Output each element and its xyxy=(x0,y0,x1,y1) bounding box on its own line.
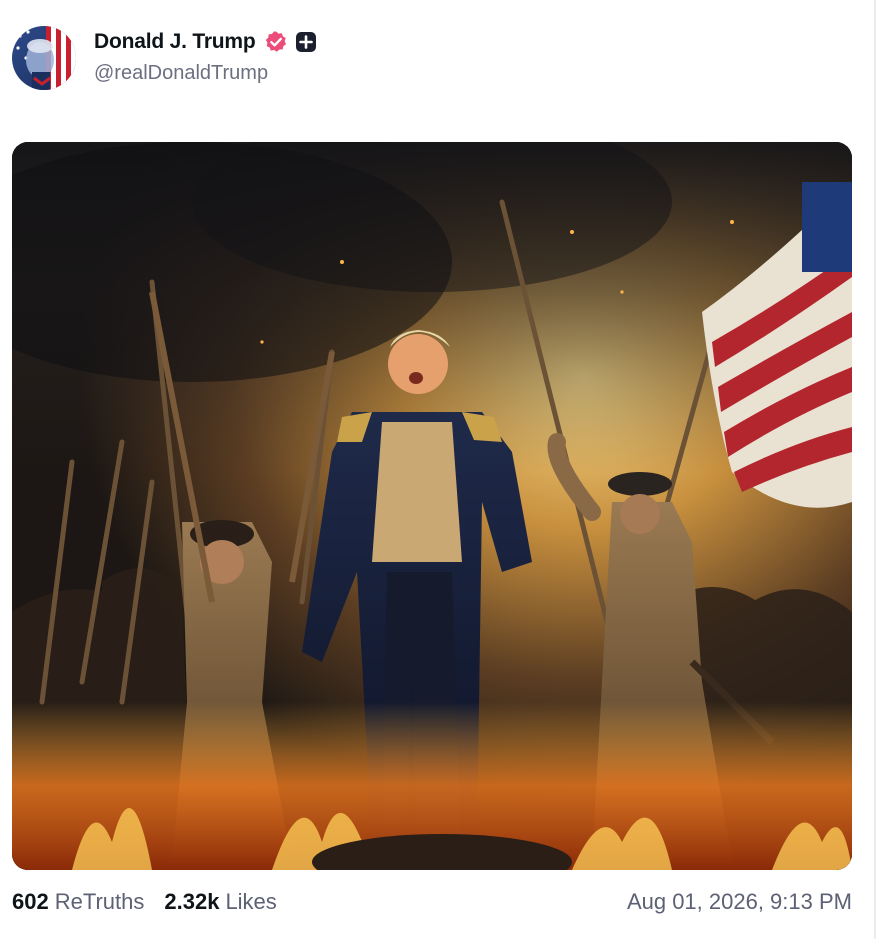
author-names: Donald J. Trump @realDonaldTrump xyxy=(94,26,317,85)
post-image-artwork xyxy=(12,142,852,870)
truth-post: Donald J. Trump @realDonaldTrump 602 ReT… xyxy=(0,0,880,939)
column-divider xyxy=(874,0,876,939)
plus-square-icon xyxy=(295,31,316,52)
post-image[interactable] xyxy=(12,142,852,870)
likes-count[interactable]: 2.32k xyxy=(164,889,219,915)
retruths-count[interactable]: 602 xyxy=(12,889,49,915)
verified-check-icon xyxy=(265,31,286,52)
author-handle[interactable]: @realDonaldTrump xyxy=(94,62,317,85)
post-header: Donald J. Trump @realDonaldTrump xyxy=(12,26,317,90)
post-timestamp[interactable]: Aug 01, 2026, 9:13 PM xyxy=(627,889,852,915)
avatar[interactable] xyxy=(12,26,76,90)
post-footer: 602 ReTruths 2.32k Likes Aug 01, 2026, 9… xyxy=(12,886,852,918)
avatar-image xyxy=(12,26,76,90)
likes-label[interactable]: Likes xyxy=(225,889,276,915)
retruths-label[interactable]: ReTruths xyxy=(55,889,145,915)
name-row: Donald J. Trump xyxy=(94,26,317,58)
author-display-name[interactable]: Donald J. Trump xyxy=(94,30,256,54)
